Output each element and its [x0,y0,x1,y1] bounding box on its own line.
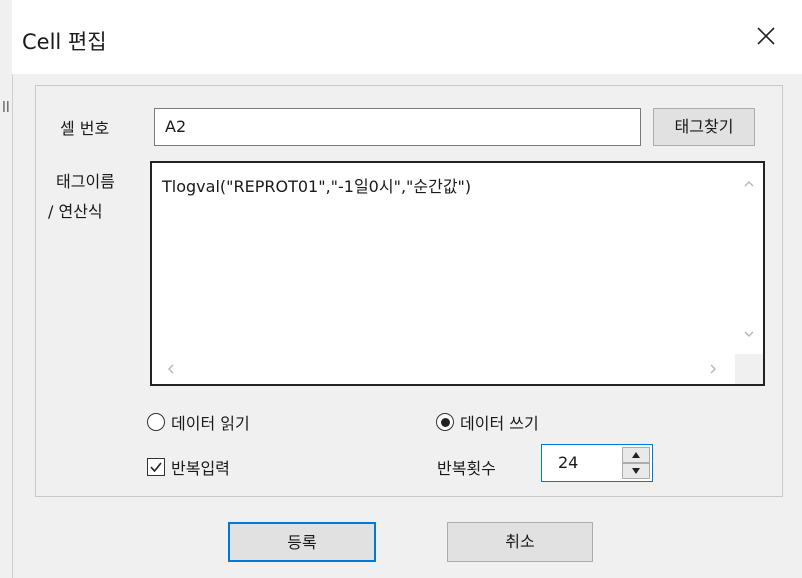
repeat-count-stepper[interactable]: 24 [541,444,653,482]
read-data-radio[interactable] [147,413,165,431]
repeat-count-value[interactable]: 24 [558,453,578,472]
repeat-input-option[interactable]: 반복입력 [147,455,230,479]
title-bar: Cell 편집 [12,0,802,74]
scroll-right-icon[interactable] [706,362,720,376]
repeat-count-label: 반복횟수 [437,459,496,478]
background-window-edge: ll [0,0,13,578]
vertical-scrollbar[interactable] [735,163,763,353]
spin-up-button[interactable] [622,447,650,463]
write-data-radio[interactable] [436,413,454,431]
cell-edit-dialog: ll Cell 편집 셀 번호 A2 태그찾기 태그이름 / 연산식 Tlogv… [0,0,802,578]
close-button[interactable] [748,18,784,54]
tag-name-label: 태그이름 [56,172,115,191]
cell-number-label: 셀 번호 [60,119,110,138]
background-window-mark: ll [2,100,10,116]
scroll-up-icon[interactable] [742,177,756,191]
write-data-option[interactable]: 데이터 쓰기 [436,410,539,434]
scroll-down-icon[interactable] [742,327,756,341]
spin-buttons [622,447,650,479]
caret-down-icon [632,468,640,474]
scroll-left-icon[interactable] [164,362,178,376]
cancel-button[interactable]: 취소 [447,522,593,562]
dialog-title: Cell 편집 [22,30,107,54]
checkmark-icon [150,462,162,473]
radio-selected-dot [440,417,450,427]
spin-down-button[interactable] [622,463,650,479]
register-button[interactable]: 등록 [228,522,376,562]
scrollbar-corner [735,354,763,384]
read-data-option[interactable]: 데이터 읽기 [147,410,250,434]
formula-label: / 연산식 [48,202,103,221]
repeat-input-label: 반복입력 [171,459,230,478]
close-icon [757,27,775,45]
repeat-input-checkbox[interactable] [147,458,165,476]
formula-textarea[interactable]: Tlogval("REPROT01","-1일0시","순간값") [150,161,765,386]
cell-number-input[interactable]: A2 [154,108,641,146]
horizontal-scrollbar[interactable] [152,354,737,384]
caret-up-icon [632,452,640,458]
formula-text: Tlogval("REPROT01","-1일0시","순간값") [162,177,472,196]
write-data-label: 데이터 쓰기 [460,414,539,433]
find-tag-button[interactable]: 태그찾기 [653,108,755,146]
read-data-label: 데이터 읽기 [171,414,250,433]
